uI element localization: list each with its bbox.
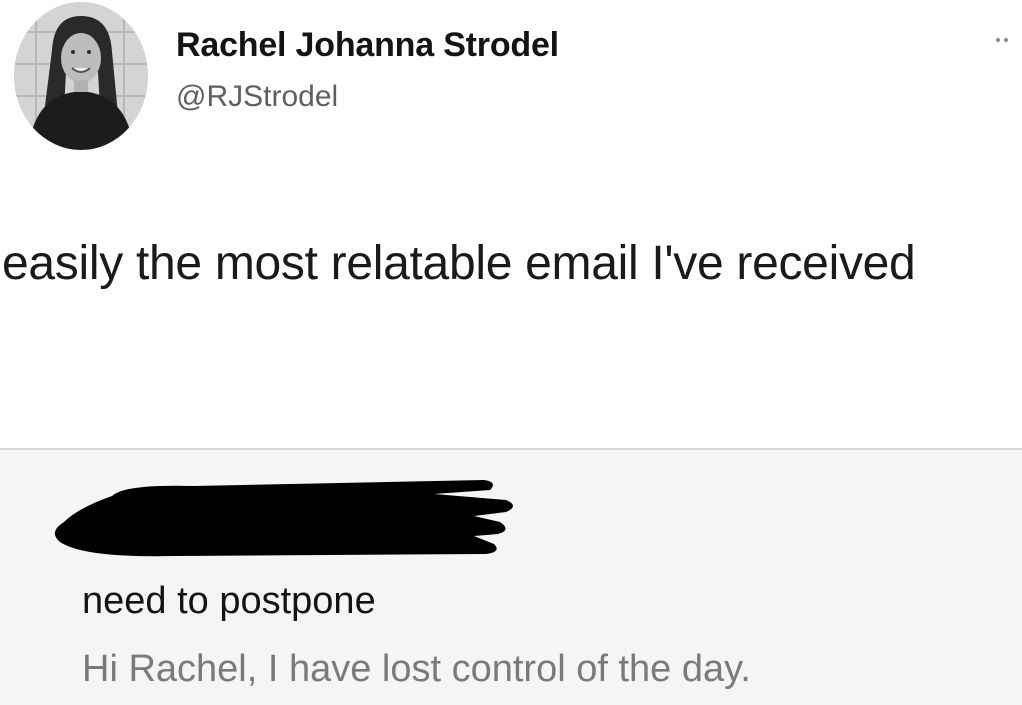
email-screenshot: need to postpone Hi Rachel, I have lost …	[0, 448, 1022, 705]
email-preview: Hi Rachel, I have lost control of the da…	[82, 648, 751, 690]
avatar[interactable]	[14, 2, 148, 150]
more-options-icon	[996, 38, 1008, 42]
profile-photo-icon	[14, 2, 148, 150]
email-subject: need to postpone	[82, 580, 376, 622]
redacted-sender	[54, 478, 524, 558]
author-handle[interactable]: @RJStrodel	[176, 80, 338, 114]
more-options-button[interactable]	[988, 30, 1016, 50]
tweet-text: easily the most relatable email I've rec…	[2, 237, 916, 290]
author-display-name[interactable]: Rachel Johanna Strodel	[176, 26, 559, 65]
